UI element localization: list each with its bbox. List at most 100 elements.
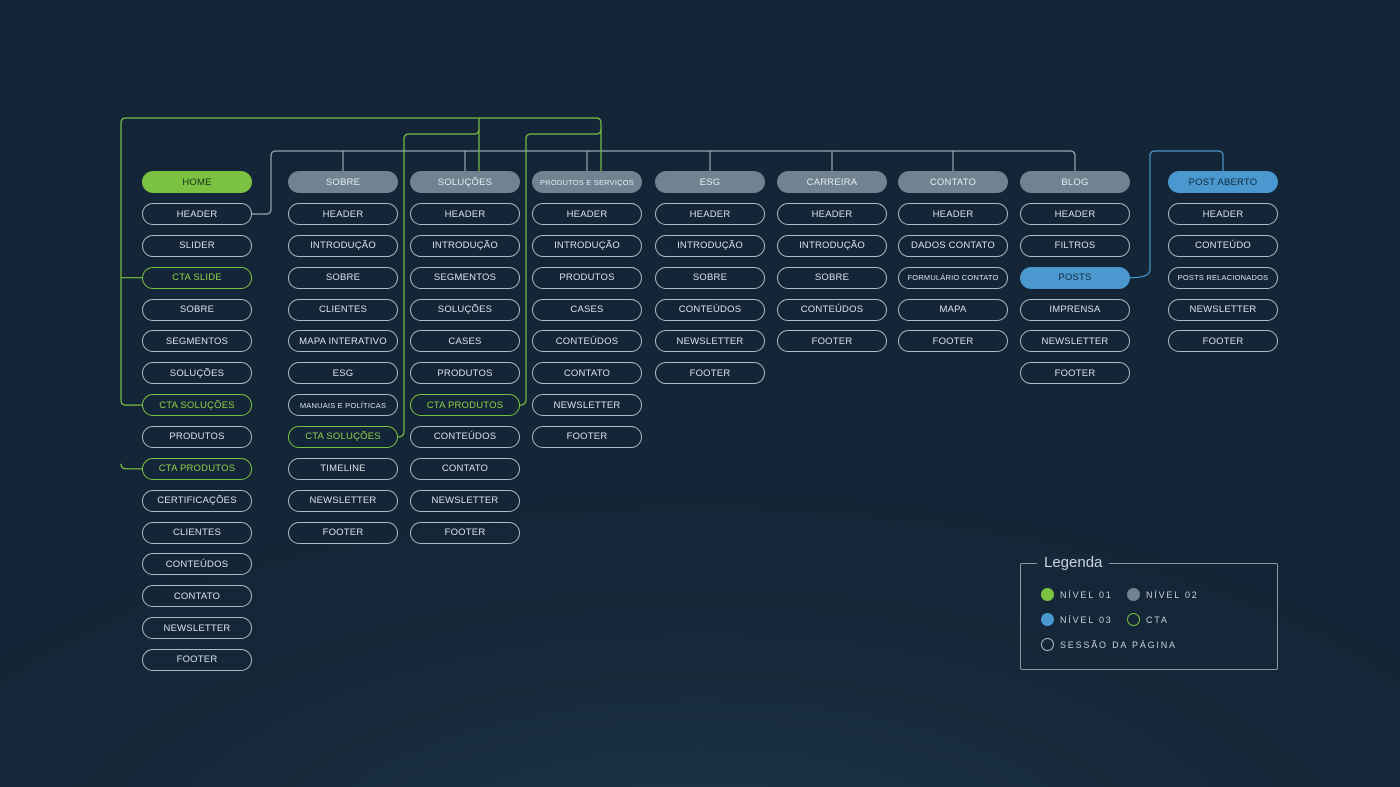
section-node-introducao[interactable]: INTRODUÇÃO xyxy=(410,234,520,257)
section-node-solucoes[interactable]: SOLUÇÕES xyxy=(142,362,252,385)
page-node-carreira[interactable]: CARREIRA xyxy=(777,171,887,193)
section-node-dados-contato[interactable]: DADOS CONTATO xyxy=(898,234,1008,257)
cta-connector-produtos xyxy=(120,463,142,470)
legend-label: SESSÃO DA PÁGINA xyxy=(1060,639,1177,650)
section-node-newsletter[interactable]: NEWSLETTER xyxy=(532,394,642,417)
section-node-clientes[interactable]: CLIENTES xyxy=(288,298,398,321)
section-node-sobre[interactable]: SOBRE xyxy=(142,298,252,321)
section-node-cases[interactable]: CASES xyxy=(410,330,520,353)
section-node-esg[interactable]: ESG xyxy=(288,362,398,385)
section-node-header[interactable]: HEADER xyxy=(142,203,252,225)
section-node-header[interactable]: HEADER xyxy=(288,203,398,225)
section-node-conteudos[interactable]: CONTEÚDOS xyxy=(410,425,520,448)
section-node-filtros[interactable]: FILTROS xyxy=(1020,234,1130,257)
section-node-imprensa[interactable]: IMPRENSA xyxy=(1020,298,1130,321)
section-node-footer[interactable]: FOOTER xyxy=(1020,362,1130,385)
section-node-header[interactable]: HEADER xyxy=(1020,203,1130,225)
section-node-footer[interactable]: FOOTER xyxy=(142,648,252,671)
legend-label: CTA xyxy=(1146,614,1169,625)
section-node-conteudos[interactable]: CONTEÚDOS xyxy=(655,298,765,321)
section-node-introducao[interactable]: INTRODUÇÃO xyxy=(288,234,398,257)
section-node-newsletter[interactable]: NEWSLETTER xyxy=(142,617,252,640)
section-node-introducao[interactable]: INTRODUÇÃO xyxy=(532,234,642,257)
section-node-contato[interactable]: CONTATO xyxy=(410,457,520,480)
legend-item-nivel-02: NÍVEL 02 xyxy=(1127,588,1199,601)
section-node-footer[interactable]: FOOTER xyxy=(777,330,887,353)
legend-item-cta: CTA xyxy=(1127,613,1169,626)
section-node-solucoes[interactable]: SOLUÇÕES xyxy=(410,298,520,321)
section-node-header[interactable]: HEADER xyxy=(532,203,642,225)
legend: Legenda NÍVEL 01 NÍVEL 02 NÍVEL 03 CTA SESSÃ… xyxy=(1020,554,1278,670)
section-node-header[interactable]: HEADER xyxy=(655,203,765,225)
cta-node-cta-slide[interactable]: CTA SLIDE xyxy=(142,266,252,289)
section-node-conteudos[interactable]: CONTEÚDOS xyxy=(532,330,642,353)
section-node-conteudos[interactable]: CONTEÚDOS xyxy=(777,298,887,321)
legend-swatch-section xyxy=(1041,638,1054,651)
section-node-newsletter[interactable]: NEWSLETTER xyxy=(655,330,765,353)
section-node-sobre[interactable]: SOBRE xyxy=(655,266,765,289)
cta-node-cta-produtos[interactable]: CTA PRODUTOS xyxy=(410,394,520,417)
section-node-conteudos[interactable]: CONTEÚDOS xyxy=(142,553,252,576)
section-node-clientes[interactable]: CLIENTES xyxy=(142,521,252,544)
section-node-header[interactable]: HEADER xyxy=(777,203,887,225)
legend-swatch-level1 xyxy=(1041,588,1054,601)
section-node-produtos[interactable]: PRODUTOS xyxy=(142,425,252,448)
legend-item-sessao-da-pagina: SESSÃO DA PÁGINA xyxy=(1041,638,1177,651)
page-node-home[interactable]: HOME xyxy=(142,171,252,193)
section-node-footer[interactable]: FOOTER xyxy=(532,425,642,448)
section-node-contato[interactable]: CONTATO xyxy=(532,362,642,385)
section-node-mapa-interativo[interactable]: MAPA INTERATIVO xyxy=(288,330,398,353)
page-node-esg[interactable]: ESG xyxy=(655,171,765,193)
legend-label: NÍVEL 01 xyxy=(1060,589,1113,600)
page-node-solucoes[interactable]: SOLUÇÕES xyxy=(410,171,520,193)
section-node-slider[interactable]: SLIDER xyxy=(142,234,252,257)
section-node-newsletter[interactable]: NEWSLETTER xyxy=(288,489,398,512)
section-node-newsletter[interactable]: NEWSLETTER xyxy=(1168,298,1278,321)
page-node-posts[interactable]: POSTS xyxy=(1020,266,1130,289)
cta-node-cta-solucoes[interactable]: CTA SOLUÇÕES xyxy=(142,394,252,417)
legend-label: NÍVEL 02 xyxy=(1146,589,1199,600)
section-node-sobre[interactable]: SOBRE xyxy=(777,266,887,289)
section-node-sobre[interactable]: SOBRE xyxy=(288,266,398,289)
section-node-footer[interactable]: FOOTER xyxy=(655,362,765,385)
legend-title: Legenda xyxy=(1037,554,1110,571)
section-node-certificacoes[interactable]: CERTIFICAÇÕES xyxy=(142,489,252,512)
section-node-mapa[interactable]: MAPA xyxy=(898,298,1008,321)
section-node-produtos[interactable]: PRODUTOS xyxy=(532,266,642,289)
section-node-formulario-contato[interactable]: FORMULÁRIO CONTATO xyxy=(898,266,1008,289)
section-node-produtos[interactable]: PRODUTOS xyxy=(410,362,520,385)
section-node-contato[interactable]: CONTATO xyxy=(142,585,252,608)
section-node-newsletter[interactable]: NEWSLETTER xyxy=(410,489,520,512)
section-node-timeline[interactable]: TIMELINE xyxy=(288,457,398,480)
page-node-produtos-e-servicos[interactable]: PRODUTOS E SERVIÇOS xyxy=(532,171,642,193)
section-node-posts-relacionados[interactable]: POSTS RELACIONADOS xyxy=(1168,266,1278,289)
legend-swatch-level3 xyxy=(1041,613,1054,626)
section-node-segmentos[interactable]: SEGMENTOS xyxy=(142,330,252,353)
section-node-header[interactable]: HEADER xyxy=(410,203,520,225)
legend-swatch-level2 xyxy=(1127,588,1140,601)
section-node-footer[interactable]: FOOTER xyxy=(1168,330,1278,353)
section-node-footer[interactable]: FOOTER xyxy=(288,521,398,544)
section-node-header[interactable]: HEADER xyxy=(898,203,1008,225)
section-node-segmentos[interactable]: SEGMENTOS xyxy=(410,266,520,289)
page-node-contato[interactable]: CONTATO xyxy=(898,171,1008,193)
legend-label: NÍVEL 03 xyxy=(1060,614,1113,625)
cta-node-cta-produtos[interactable]: CTA PRODUTOS xyxy=(142,457,252,480)
section-node-cases[interactable]: CASES xyxy=(532,298,642,321)
section-node-introducao[interactable]: INTRODUÇÃO xyxy=(777,234,887,257)
section-node-introducao[interactable]: INTRODUÇÃO xyxy=(655,234,765,257)
section-node-header[interactable]: HEADER xyxy=(1168,203,1278,225)
sitemap-diagram: Legenda NÍVEL 01 NÍVEL 02 NÍVEL 03 CTA SESSÃ… xyxy=(0,0,1400,787)
cta-node-cta-solucoes[interactable]: CTA SOLUÇÕES xyxy=(288,425,398,448)
legend-swatch-cta xyxy=(1127,613,1140,626)
page-node-blog[interactable]: BLOG xyxy=(1020,171,1130,193)
section-node-newsletter[interactable]: NEWSLETTER xyxy=(1020,330,1130,353)
section-node-footer[interactable]: FOOTER xyxy=(898,330,1008,353)
page-node-sobre[interactable]: SOBRE xyxy=(288,171,398,193)
section-node-conteudo[interactable]: CONTEÚDO xyxy=(1168,234,1278,257)
section-node-manuais-e-politicas[interactable]: MANUAIS E POLÍTICAS xyxy=(288,394,398,417)
legend-item-nivel-03: NÍVEL 03 xyxy=(1041,613,1113,626)
legend-item-nivel-01: NÍVEL 01 xyxy=(1041,588,1113,601)
section-node-footer[interactable]: FOOTER xyxy=(410,521,520,544)
page-node-post-aberto[interactable]: POST ABERTO xyxy=(1168,171,1278,193)
